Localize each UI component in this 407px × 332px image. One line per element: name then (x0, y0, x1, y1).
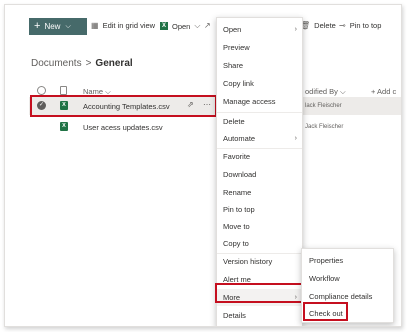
edit-grid-label: Edit in grid view (102, 21, 156, 30)
menu-item-automate[interactable]: Automate › (217, 130, 302, 147)
more-highlight-box (215, 283, 303, 303)
open-label: Open (172, 21, 191, 31)
menu-item-label: Move to (223, 222, 250, 231)
open-button[interactable]: X Open ⌵ (160, 21, 200, 31)
menu-item-label: Favorite (223, 152, 251, 161)
menu-item-download[interactable]: Download (217, 166, 302, 183)
table-row[interactable]: X User acess updates.csv Jack Fleischer (29, 118, 401, 136)
menu-item-pin-to-top[interactable]: Pin to top (217, 201, 302, 218)
new-button[interactable]: + New ⌵ (29, 18, 87, 35)
menu-item-label: Download (223, 170, 257, 179)
submenu-item-label: Properties (309, 256, 344, 265)
menu-item-label: Open (223, 25, 242, 34)
modified-by: Jack Fleischer (305, 124, 344, 130)
breadcrumb-current: General (95, 58, 133, 69)
chevron-right-icon: › (294, 135, 297, 142)
submenu-item-workflow[interactable]: Workflow (302, 270, 393, 287)
excel-icon: X (60, 122, 68, 131)
pin-to-top-button[interactable]: ⊸ Pin to top (339, 21, 381, 30)
menu-item-label: Delete (223, 117, 245, 126)
delete-button[interactable]: 🗑 Delete (300, 21, 336, 30)
row-highlight-box (30, 95, 217, 117)
breadcrumb-documents[interactable]: Documents (31, 58, 82, 69)
breadcrumb-separator: > (85, 58, 92, 69)
add-column-label: + Add c (371, 87, 397, 96)
add-column-button[interactable]: + Add c (371, 87, 396, 96)
context-menu: Open › Preview Share Copy link Manage acc… (216, 17, 303, 326)
breadcrumb: Documents > General (31, 58, 133, 69)
sharepoint-window: + New ⌵ ▦ Edit in grid view X Open ⌵ ↗ 🗑… (4, 4, 402, 327)
menu-item-label: Share (223, 61, 244, 70)
menu-item-delete[interactable]: Delete (217, 113, 302, 130)
menu-item-label: Manage access (223, 97, 276, 106)
menu-item-move-to[interactable]: Move to (217, 218, 302, 235)
menu-item-label: Version history (223, 257, 273, 266)
menu-item-open[interactable]: Open › (217, 21, 302, 38)
edit-grid-button[interactable]: ▦ Edit in grid view (91, 21, 155, 30)
menu-item-preview[interactable]: Preview (217, 39, 302, 56)
menu-item-label: Pin to top (223, 205, 255, 214)
menu-item-manage-access[interactable]: Manage access (217, 93, 302, 110)
chevron-down-icon: ⌵ (65, 22, 71, 30)
menu-item-label: Copy to (223, 239, 249, 248)
pin-icon: ⊸ (339, 21, 346, 30)
menu-item-label: Preview (223, 43, 250, 52)
new-label: New (44, 22, 61, 31)
menu-item-favorite[interactable]: Favorite (217, 148, 302, 165)
menu-item-copy-link[interactable]: Copy link (217, 75, 302, 92)
file-name[interactable]: User acess updates.csv (83, 123, 163, 132)
menu-item-label: Rename (223, 188, 252, 197)
modified-by: lack Fleischer (305, 103, 342, 109)
pin-label: Pin to top (349, 21, 382, 30)
menu-item-label: Copy link (223, 79, 254, 88)
chevron-down-icon: ⌵ (194, 21, 201, 30)
menu-item-copy-to[interactable]: Copy to (217, 235, 302, 252)
menu-item-details[interactable]: Details (217, 307, 302, 324)
chevron-right-icon: › (294, 26, 297, 33)
excel-icon: X (160, 22, 168, 30)
delete-label: Delete (314, 21, 336, 30)
share-icon-button[interactable]: ↗ (204, 21, 211, 30)
grid-icon: ▦ (91, 21, 99, 30)
file-type-icon (60, 86, 67, 95)
column-modified-by-label: odified By (305, 87, 338, 96)
column-modified-by[interactable]: odified By ⌵ (305, 87, 346, 97)
menu-item-rename[interactable]: Rename (217, 184, 302, 201)
menu-item-label: Automate (223, 134, 256, 143)
select-all-checkbox[interactable] (37, 86, 46, 95)
submenu-item-properties[interactable]: Properties (302, 252, 393, 269)
menu-item-version-history[interactable]: Version history (217, 253, 302, 270)
menu-item-share[interactable]: Share (217, 57, 302, 74)
check-out-highlight-box (303, 302, 348, 321)
share-icon: ↗ (204, 21, 211, 30)
command-bar: + New ⌵ ▦ Edit in grid view X Open ⌵ ↗ 🗑… (5, 5, 401, 39)
plus-icon: + (34, 20, 41, 32)
submenu-item-label: Workflow (309, 274, 340, 283)
submenu-item-label: Compliance details (309, 292, 373, 301)
menu-item-label: Details (223, 311, 246, 320)
